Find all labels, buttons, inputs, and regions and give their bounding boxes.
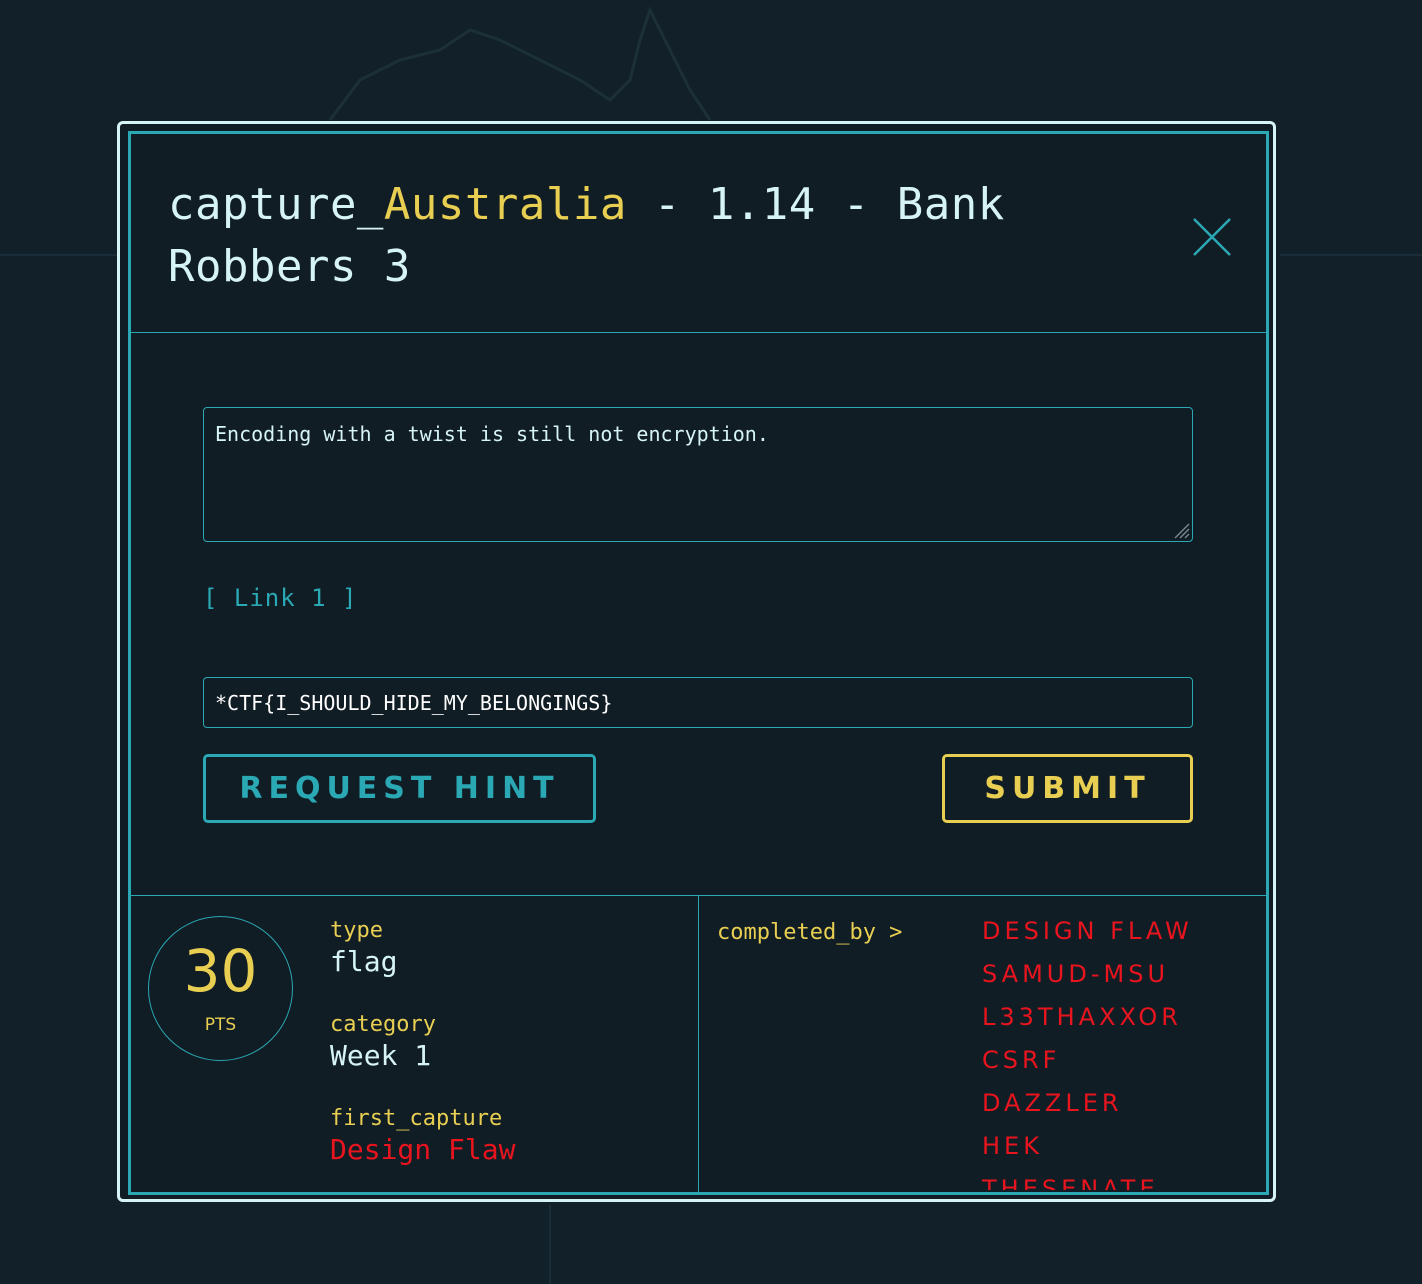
resize-grip-icon[interactable] (1172, 521, 1190, 539)
completed-by-label: completed_by > (717, 920, 903, 945)
request-hint-button[interactable]: REQUEST HINT (203, 754, 596, 823)
completed-by-team: HEK (982, 1132, 1043, 1160)
close-button[interactable] (1193, 218, 1231, 256)
completed-by-team: DAZZLER (982, 1089, 1123, 1117)
completed-by-team: DESIGN FLAW (982, 917, 1193, 945)
points-unit: PTS (204, 1015, 237, 1035)
flag-input[interactable] (203, 677, 1193, 728)
challenge-footer: 30 PTS type flag category Week 1 first_c… (131, 895, 1266, 1193)
completed-by-list: DESIGN FLAW SAMUD-MSU L33THAXXOR CSRF DA… (982, 910, 1262, 1190)
description-textarea[interactable]: Encoding with a twist is still not encry… (203, 407, 1193, 542)
type-value: flag (330, 945, 398, 978)
footer-divider (698, 896, 699, 1193)
category-field: category Week 1 (330, 1012, 436, 1074)
completed-by-team: SAMUD-MSU (982, 960, 1170, 988)
completed-by-team: CSRF (982, 1046, 1061, 1074)
points-badge: 30 PTS (148, 916, 293, 1061)
modal-header: capture_Australia - 1.14 - Bank Robbers … (131, 134, 1266, 333)
challenge-title: capture_Australia - 1.14 - Bank Robbers … (168, 174, 1068, 298)
first-capture-value: Design Flaw (330, 1133, 516, 1166)
close-icon (1193, 218, 1231, 256)
points-value: 30 (183, 937, 258, 1005)
title-prefix: capture_ (168, 179, 384, 230)
category-label: category (330, 1012, 436, 1037)
first-capture-label: first_capture (330, 1106, 503, 1131)
completed-by-team: L33THAXXOR (982, 1003, 1182, 1031)
type-label: type (330, 918, 383, 943)
first-capture-field: first_capture Design Flaw (330, 1106, 515, 1168)
completed-by-team: THESENATE (982, 1175, 1159, 1190)
link-1[interactable]: [ Link 1 ] (203, 584, 358, 612)
category-value: Week 1 (330, 1039, 432, 1072)
title-country: Australia (383, 179, 627, 230)
description-text: Encoding with a twist is still not encry… (215, 422, 769, 446)
challenge-modal: capture_Australia - 1.14 - Bank Robbers … (128, 131, 1269, 1195)
type-field: type flag (330, 918, 397, 980)
submit-button[interactable]: SUBMIT (942, 754, 1193, 823)
